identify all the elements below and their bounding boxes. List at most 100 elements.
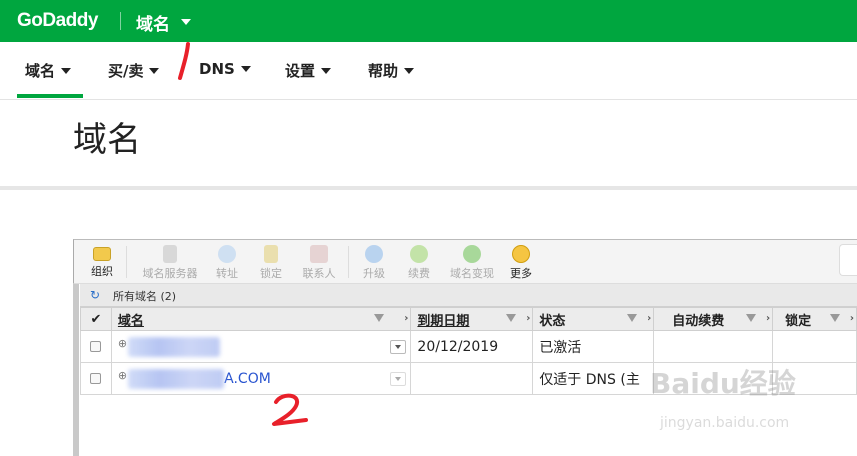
- table-header-row: ✔ 域名 › 到期日期 › 状态 › 自动续费 › 锁定 ›: [80, 307, 857, 331]
- toolbar-nameservers-button[interactable]: 域名服务器: [138, 245, 202, 281]
- row-checkbox[interactable]: [90, 373, 102, 384]
- toolbar-more-button[interactable]: 更多: [506, 245, 536, 281]
- status-cell: 仅适于 DNS (主: [532, 362, 655, 395]
- checkmark-icon: ✔: [90, 311, 102, 327]
- lock-icon: [264, 245, 278, 263]
- column-label: 到期日期: [417, 313, 470, 329]
- panel-scrollbar[interactable]: [73, 283, 79, 456]
- section-divider: [0, 186, 857, 190]
- upgrade-icon: [365, 245, 383, 263]
- nav-domains-label: 域名: [25, 62, 56, 80]
- watermark-url: jingyan.baidu.com: [660, 415, 790, 431]
- toolbar-upgrade-button[interactable]: 升级: [360, 245, 388, 281]
- nav-domains[interactable]: 域名: [25, 60, 72, 81]
- filter-icon[interactable]: [830, 314, 840, 322]
- lock-cell: [772, 330, 857, 363]
- section-switcher[interactable]: 域名: [136, 10, 170, 35]
- row-checkbox-cell: [80, 362, 112, 395]
- redacted-domain: [128, 368, 225, 389]
- row-checkbox[interactable]: [90, 341, 102, 352]
- select-all-checkbox[interactable]: ✔: [80, 307, 112, 331]
- expiry-cell: [410, 362, 534, 395]
- toolbar-lock-button[interactable]: 锁定: [256, 245, 286, 281]
- baidu-watermark: Baidu经验 jingyan.baidu.com: [650, 362, 796, 431]
- nav-dns-label: DNS: [199, 60, 235, 78]
- toolbar-nameservers-label: 域名服务器: [142, 267, 198, 280]
- row-checkbox-cell: [80, 330, 112, 363]
- domain-cell[interactable]: ⊕: [110, 330, 412, 363]
- column-header-status[interactable]: 状态 ›: [532, 307, 655, 331]
- godaddy-logo[interactable]: GoDaddy: [17, 10, 98, 32]
- toolbar-separator: [348, 246, 349, 278]
- column-header-lock[interactable]: 锁定 ›: [772, 307, 857, 331]
- nav-dns[interactable]: DNS: [199, 60, 251, 78]
- column-header-expiry[interactable]: 到期日期 ›: [410, 307, 534, 331]
- server-icon: [163, 245, 177, 263]
- chevron-right-icon: ›: [647, 313, 652, 324]
- toolbar-renew-label: 续费: [408, 267, 430, 280]
- chevron-right-icon: ›: [404, 313, 409, 324]
- toolbar-forward-button[interactable]: 转址: [210, 245, 244, 281]
- nav-help[interactable]: 帮助: [368, 60, 415, 81]
- toolbar-more-label: 更多: [510, 267, 532, 280]
- expiry-cell: 20/12/2019: [410, 330, 534, 363]
- renew-icon: [410, 245, 428, 263]
- row-menu-dropdown[interactable]: [390, 372, 407, 386]
- chevron-right-icon: ›: [526, 313, 531, 324]
- table-row[interactable]: ⊕ 20/12/2019 已激活: [80, 330, 857, 363]
- zoom-icon[interactable]: ⊕: [118, 369, 127, 382]
- chevron-down-icon: [149, 68, 160, 74]
- filter-icon[interactable]: [506, 314, 517, 322]
- toolbar-organize-label: 组织: [91, 265, 113, 278]
- contact-icon: [310, 245, 328, 263]
- column-header-domain[interactable]: 域名 ›: [110, 307, 412, 331]
- chevron-down-icon: [240, 66, 251, 72]
- forward-icon: [218, 245, 236, 263]
- domain-toolbar: 组织 域名服务器 转址 锁定 联系人 升级 续费 域名变现 更多: [74, 240, 857, 284]
- row-menu-dropdown[interactable]: [390, 340, 407, 354]
- nav-buy-sell-label: 买/卖: [108, 62, 144, 80]
- folder-icon: [93, 247, 111, 261]
- toolbar-renew-button[interactable]: 续费: [404, 245, 434, 281]
- filter-bar: ↻ 所有域名 (2): [80, 284, 857, 307]
- zoom-icon[interactable]: ⊕: [118, 337, 127, 350]
- column-label: 锁定: [785, 313, 812, 329]
- chevron-down-icon: [321, 68, 332, 74]
- filter-icon[interactable]: [627, 314, 638, 322]
- chevron-down-icon[interactable]: [181, 19, 191, 25]
- domain-link[interactable]: A.COM: [224, 371, 271, 387]
- toolbar-separator: [126, 246, 127, 278]
- nav-settings-label: 设置: [285, 62, 316, 80]
- toolbar-lock-label: 锁定: [260, 267, 282, 280]
- toolbar-contacts-button[interactable]: 联系人: [298, 245, 340, 281]
- top-bar: GoDaddy 域名: [0, 0, 857, 42]
- watermark-brand: Baidu经验: [650, 367, 796, 400]
- page-title: 域名: [73, 120, 141, 160]
- header-divider: [120, 12, 121, 30]
- nav-buy-sell[interactable]: 买/卖: [108, 60, 160, 81]
- column-label: 状态: [539, 313, 566, 329]
- toolbar-organize-button[interactable]: 组织: [86, 245, 118, 279]
- toolbar-monetize-label: 域名变现: [450, 267, 494, 280]
- filter-icon[interactable]: [374, 314, 385, 322]
- column-header-autorenew[interactable]: 自动续费 ›: [653, 307, 774, 331]
- column-label: 域名: [117, 313, 144, 329]
- status-cell: 已激活: [532, 330, 655, 363]
- toolbar-monetize-button[interactable]: 域名变现: [446, 245, 498, 281]
- more-icon: [512, 245, 530, 263]
- nav-settings[interactable]: 设置: [285, 60, 332, 81]
- filter-icon[interactable]: [746, 314, 757, 322]
- toolbar-search-box[interactable]: [839, 244, 857, 276]
- column-label: 自动续费: [672, 313, 725, 329]
- main-nav: 域名 买/卖 DNS 设置 帮助: [0, 42, 857, 100]
- chevron-down-icon: [61, 68, 72, 74]
- chevron-right-icon: ›: [766, 313, 771, 324]
- toolbar-contacts-label: 联系人: [302, 267, 336, 280]
- refresh-icon[interactable]: ↻: [90, 288, 100, 302]
- all-domains-label[interactable]: 所有域名 (2): [113, 288, 176, 304]
- domain-cell[interactable]: ⊕ A.COM: [110, 362, 412, 395]
- chevron-down-icon: [404, 68, 415, 74]
- nav-help-label: 帮助: [368, 62, 399, 80]
- toolbar-upgrade-label: 升级: [363, 267, 385, 280]
- redacted-domain: [128, 336, 221, 357]
